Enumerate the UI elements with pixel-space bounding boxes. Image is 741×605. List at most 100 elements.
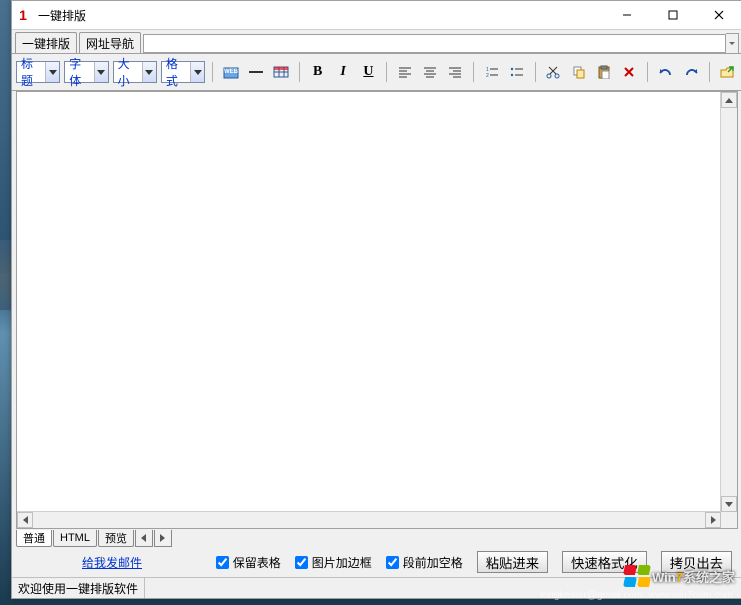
separator [647, 62, 648, 82]
chevron-right-icon [711, 516, 716, 524]
app-window: 1 一键排版 一键排版 网址导航 [11, 0, 741, 599]
format-label: 格式 [162, 55, 190, 89]
separator [473, 62, 474, 82]
chevron-down-icon [94, 62, 108, 82]
undo-button[interactable] [655, 60, 676, 84]
underline-icon: U [363, 64, 373, 80]
size-dropdown[interactable]: 大小 [113, 61, 157, 83]
scissors-icon [546, 65, 560, 79]
scroll-corner [721, 512, 737, 528]
insert-table-button[interactable] [271, 60, 292, 84]
copy-out-button[interactable]: 拷贝出去 [661, 551, 732, 573]
align-center-icon [423, 66, 437, 78]
close-icon [714, 10, 724, 20]
app-icon: 1 [12, 7, 34, 23]
heading-dropdown[interactable]: 标题 [16, 61, 60, 83]
tab-scroll-right[interactable] [154, 530, 172, 547]
scroll-left-button[interactable] [17, 512, 33, 528]
keep-table-input[interactable] [216, 556, 229, 569]
image-border-checkbox[interactable]: 图片加边框 [295, 554, 372, 571]
titlebar: 1 一键排版 [12, 1, 741, 30]
maximize-icon [668, 10, 678, 20]
separator [386, 62, 387, 82]
paste-button[interactable] [593, 60, 614, 84]
horizontal-scrollbar[interactable] [17, 511, 721, 528]
editor-content[interactable] [17, 92, 721, 512]
chevron-down-icon [45, 62, 59, 82]
chevron-right-icon [160, 534, 165, 542]
italic-icon: I [340, 64, 345, 80]
status-text: 欢迎使用一键排版软件 [12, 578, 145, 598]
ordered-list-button[interactable]: 12 [481, 60, 502, 84]
tab-preview-view[interactable]: 预览 [98, 530, 134, 547]
scroll-right-button[interactable] [705, 512, 721, 528]
image-border-label: 图片加边框 [312, 554, 372, 571]
para-space-input[interactable] [386, 556, 399, 569]
svg-text:WEB: WEB [224, 69, 239, 75]
chevron-down-icon [725, 502, 733, 507]
image-border-input[interactable] [295, 556, 308, 569]
open-icon [719, 65, 735, 79]
scroll-down-button[interactable] [721, 496, 737, 512]
web-icon: WEB [223, 65, 239, 79]
tab-html-view[interactable]: HTML [53, 530, 97, 547]
undo-icon [658, 66, 674, 78]
align-center-button[interactable] [419, 60, 440, 84]
insert-hr-button[interactable] [245, 60, 266, 84]
copy-button[interactable] [568, 60, 589, 84]
chevron-down-icon [142, 62, 156, 82]
unordered-list-button[interactable] [506, 60, 527, 84]
format-dropdown[interactable]: 格式 [161, 61, 205, 83]
paste-in-button[interactable]: 粘贴进来 [477, 551, 548, 573]
close-button[interactable] [696, 1, 741, 29]
tab-navigation[interactable]: 网址导航 [79, 32, 141, 53]
tab-scroll-left[interactable] [135, 530, 153, 547]
para-space-label: 段前加空格 [403, 554, 463, 571]
chevron-down-icon [729, 42, 735, 45]
chevron-left-icon [141, 534, 146, 542]
open-external-button[interactable] [717, 60, 738, 84]
keep-table-checkbox[interactable]: 保留表格 [216, 554, 281, 571]
para-space-checkbox[interactable]: 段前加空格 [386, 554, 463, 571]
quick-format-button[interactable]: 快速格式化 [562, 551, 647, 573]
horizontal-rule-icon [248, 65, 264, 79]
ordered-list-icon: 12 [485, 66, 499, 78]
size-label: 大小 [114, 55, 142, 89]
tab-normal-view[interactable]: 普通 [16, 530, 52, 547]
keep-table-label: 保留表格 [233, 554, 281, 571]
heading-label: 标题 [17, 55, 45, 89]
separator [709, 62, 710, 82]
svg-text:2: 2 [486, 73, 489, 78]
cut-button[interactable] [543, 60, 564, 84]
scroll-up-button[interactable] [721, 92, 737, 108]
align-right-button[interactable] [445, 60, 466, 84]
view-tabs: 普通 HTML 预览 [12, 529, 741, 547]
bold-button[interactable]: B [307, 60, 328, 84]
align-right-icon [448, 66, 462, 78]
send-mail-link[interactable]: 给我发邮件 [82, 554, 142, 571]
underline-button[interactable]: U [358, 60, 379, 84]
chevron-up-icon [725, 98, 733, 103]
table-icon [273, 65, 289, 79]
minimize-icon [622, 10, 632, 20]
separator [299, 62, 300, 82]
copy-icon [572, 65, 586, 79]
address-field[interactable] [143, 34, 726, 53]
unordered-list-icon [510, 66, 524, 78]
bold-icon: B [313, 64, 322, 80]
format-toolbar: 标题 字体 大小 格式 WEB [12, 54, 741, 91]
vertical-scrollbar[interactable] [720, 92, 737, 512]
font-dropdown[interactable]: 字体 [64, 61, 108, 83]
delete-button[interactable] [619, 60, 640, 84]
address-go-button[interactable] [726, 33, 739, 54]
tab-layout[interactable]: 一键排版 [15, 32, 77, 53]
insert-web-button[interactable]: WEB [220, 60, 241, 84]
maximize-button[interactable] [650, 1, 696, 29]
redo-button[interactable] [680, 60, 701, 84]
delete-icon [623, 66, 635, 78]
top-tab-row: 一键排版 网址导航 [12, 30, 741, 54]
minimize-button[interactable] [604, 1, 650, 29]
italic-button[interactable]: I [332, 60, 353, 84]
align-left-button[interactable] [394, 60, 415, 84]
address-field-wrap [143, 34, 739, 53]
